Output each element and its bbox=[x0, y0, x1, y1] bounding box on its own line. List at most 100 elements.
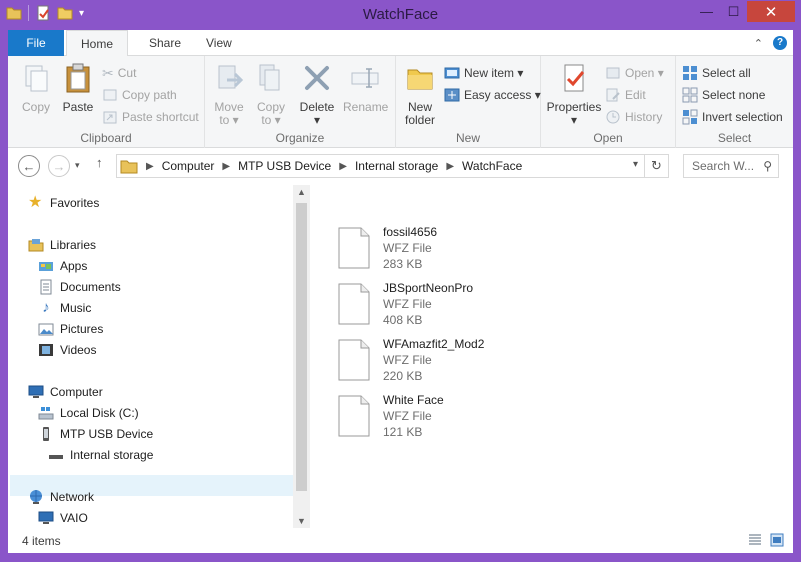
back-arrow-icon: ← bbox=[22, 158, 36, 174]
tab-view[interactable]: View bbox=[192, 30, 246, 56]
scroll-up-icon[interactable]: ▲ bbox=[293, 187, 310, 197]
address-bar[interactable]: ▶ Computer ▶ MTP USB Device ▶ Internal s… bbox=[116, 154, 669, 178]
nav-internal-storage[interactable]: Internal storage bbox=[48, 445, 153, 465]
clipboard-group-label: Clipboard bbox=[80, 131, 132, 145]
properties-button[interactable]: Properties ▾ bbox=[545, 62, 603, 127]
copy-button[interactable]: Copy bbox=[18, 62, 54, 114]
paste-shortcut-button[interactable]: Paste shortcut bbox=[102, 107, 199, 127]
select-none-button[interactable]: Select none bbox=[682, 85, 765, 105]
nav-vaio[interactable]: VAIO bbox=[38, 508, 88, 528]
collapse-ribbon-icon[interactable]: ⌃ bbox=[754, 37, 763, 50]
large-icons-view-icon[interactable] bbox=[770, 533, 784, 547]
scroll-down-icon[interactable]: ▼ bbox=[293, 516, 310, 526]
crumb-mtp-usb-device[interactable]: MTP USB Device bbox=[238, 159, 331, 173]
search-icon: ⚲ bbox=[763, 159, 772, 173]
edit-button[interactable]: Edit bbox=[605, 85, 646, 105]
nav-label: Local Disk (C:) bbox=[60, 406, 139, 420]
new-item-button[interactable]: New item ▾ bbox=[444, 63, 523, 83]
nav-libraries[interactable]: Libraries bbox=[28, 235, 96, 255]
history-icon bbox=[606, 110, 620, 124]
nav-music[interactable]: ♪ Music bbox=[38, 298, 91, 318]
select-all-button[interactable]: Select all bbox=[682, 63, 751, 83]
move-to-button[interactable]: Move to ▾ bbox=[211, 62, 247, 127]
up-arrow-icon: ↑ bbox=[96, 155, 103, 170]
crumb-internal-storage[interactable]: Internal storage bbox=[355, 159, 438, 173]
nav-videos[interactable]: Videos bbox=[38, 340, 96, 360]
nav-label: Computer bbox=[50, 385, 103, 399]
chevron-down-icon[interactable]: ▾ bbox=[633, 159, 638, 170]
cut-button[interactable]: ✂ Cut bbox=[102, 63, 136, 83]
paste-button[interactable]: Paste bbox=[60, 62, 96, 114]
delete-button[interactable]: Delete ▾ bbox=[297, 62, 337, 127]
file-item[interactable]: fossil4656 WFZ File 283 KB bbox=[338, 223, 558, 275]
invert-selection-button[interactable]: Invert selection bbox=[682, 107, 783, 127]
local-disk-icon bbox=[38, 407, 54, 420]
history-button[interactable]: History bbox=[605, 107, 662, 127]
nav-scrollbar[interactable]: ▲ ▼ bbox=[293, 185, 310, 528]
rename-icon bbox=[351, 68, 379, 88]
refresh-button[interactable]: ↻ bbox=[644, 155, 668, 177]
computer-icon bbox=[28, 385, 44, 398]
file-icon bbox=[338, 227, 370, 269]
tab-home[interactable]: Home bbox=[66, 30, 129, 57]
chevron-right-icon[interactable]: ▶ bbox=[446, 161, 454, 172]
help-icon[interactable]: ? bbox=[773, 36, 787, 50]
tab-share[interactable]: Share bbox=[135, 30, 195, 56]
copy-to-button[interactable]: Copy to ▾ bbox=[253, 62, 289, 127]
search-input[interactable]: Search W... ⚲ bbox=[683, 154, 779, 178]
explorer-window: File Home Share View ⌃ ? Copy Paste ✂ Cu… bbox=[8, 30, 793, 553]
network-icon bbox=[30, 490, 42, 504]
chevron-right-icon[interactable]: ▶ bbox=[222, 161, 230, 172]
nav-computer[interactable]: Computer bbox=[28, 382, 103, 402]
nav-mtp-usb-device[interactable]: MTP USB Device bbox=[38, 424, 153, 444]
chevron-right-icon[interactable]: ▶ bbox=[146, 161, 154, 172]
delete-dropdown: ▾ bbox=[313, 113, 321, 127]
file-name: White Face bbox=[383, 393, 444, 407]
nav-pictures[interactable]: Pictures bbox=[38, 319, 103, 339]
copy-path-button[interactable]: Copy path bbox=[102, 85, 177, 105]
new-folder-button[interactable]: New folder bbox=[402, 62, 438, 127]
new-folder-icon bbox=[407, 69, 433, 90]
copy-path-label: Copy path bbox=[122, 88, 177, 102]
file-item[interactable]: White Face WFZ File 121 KB bbox=[338, 391, 558, 443]
rename-button[interactable]: Rename bbox=[343, 62, 388, 114]
invert-selection-icon bbox=[682, 109, 698, 125]
easy-access-button[interactable]: Easy access ▾ bbox=[444, 85, 541, 105]
nav-local-disk[interactable]: Local Disk (C:) bbox=[38, 403, 139, 423]
minimize-button[interactable]: — bbox=[693, 1, 720, 22]
move-to-dropdown: to ▾ bbox=[219, 113, 239, 127]
file-list: fossil4656 WFZ File 283 KB JBSportNeonPr… bbox=[310, 185, 793, 528]
cut-label: Cut bbox=[117, 66, 137, 80]
nav-apps[interactable]: Apps bbox=[38, 256, 87, 276]
nav-label: Apps bbox=[60, 259, 88, 273]
navigation-bar: ← → ▾ ↑ ▶ Computer ▶ MTP USB Device ▶ In… bbox=[8, 149, 793, 183]
open-button[interactable]: Open ▾ bbox=[605, 63, 664, 83]
easy-access-label: Easy access ▾ bbox=[464, 88, 541, 102]
nav-label: Documents bbox=[60, 280, 121, 294]
details-view-icon[interactable] bbox=[748, 533, 762, 547]
back-button[interactable]: ← bbox=[18, 155, 40, 177]
crumb-computer[interactable]: Computer bbox=[162, 159, 215, 173]
libraries-icon bbox=[28, 239, 44, 252]
paste-label: Paste bbox=[62, 100, 94, 114]
file-item[interactable]: WFAmazfit2_Mod2 WFZ File 220 KB bbox=[338, 335, 558, 387]
scrollbar-thumb[interactable] bbox=[296, 203, 307, 491]
close-button[interactable]: ✕ bbox=[747, 1, 795, 22]
chevron-right-icon[interactable]: ▶ bbox=[339, 161, 347, 172]
up-button[interactable]: ↑ bbox=[96, 155, 103, 170]
ribbon: Copy Paste ✂ Cut Copy path Paste shortcu… bbox=[8, 56, 793, 148]
file-item[interactable]: JBSportNeonPro WFZ File 408 KB bbox=[338, 279, 558, 331]
file-type: WFZ File bbox=[383, 409, 432, 423]
select-group-label: Select bbox=[717, 131, 752, 145]
nav-documents[interactable]: Documents bbox=[38, 277, 121, 297]
forward-button[interactable]: → bbox=[48, 155, 70, 177]
recent-locations-icon[interactable]: ▾ bbox=[75, 160, 80, 171]
maximize-button[interactable]: ☐ bbox=[720, 1, 747, 22]
file-icon bbox=[338, 283, 370, 325]
window-frame: ▾ WatchFace — ☐ ✕ File Home Share View ⌃… bbox=[0, 0, 801, 562]
nav-network[interactable]: Network bbox=[28, 487, 94, 507]
nav-favorites[interactable]: ★ Favorites bbox=[28, 193, 99, 213]
easy-access-icon bbox=[444, 88, 460, 102]
crumb-watchface[interactable]: WatchFace bbox=[462, 159, 522, 173]
apps-icon bbox=[39, 262, 53, 271]
